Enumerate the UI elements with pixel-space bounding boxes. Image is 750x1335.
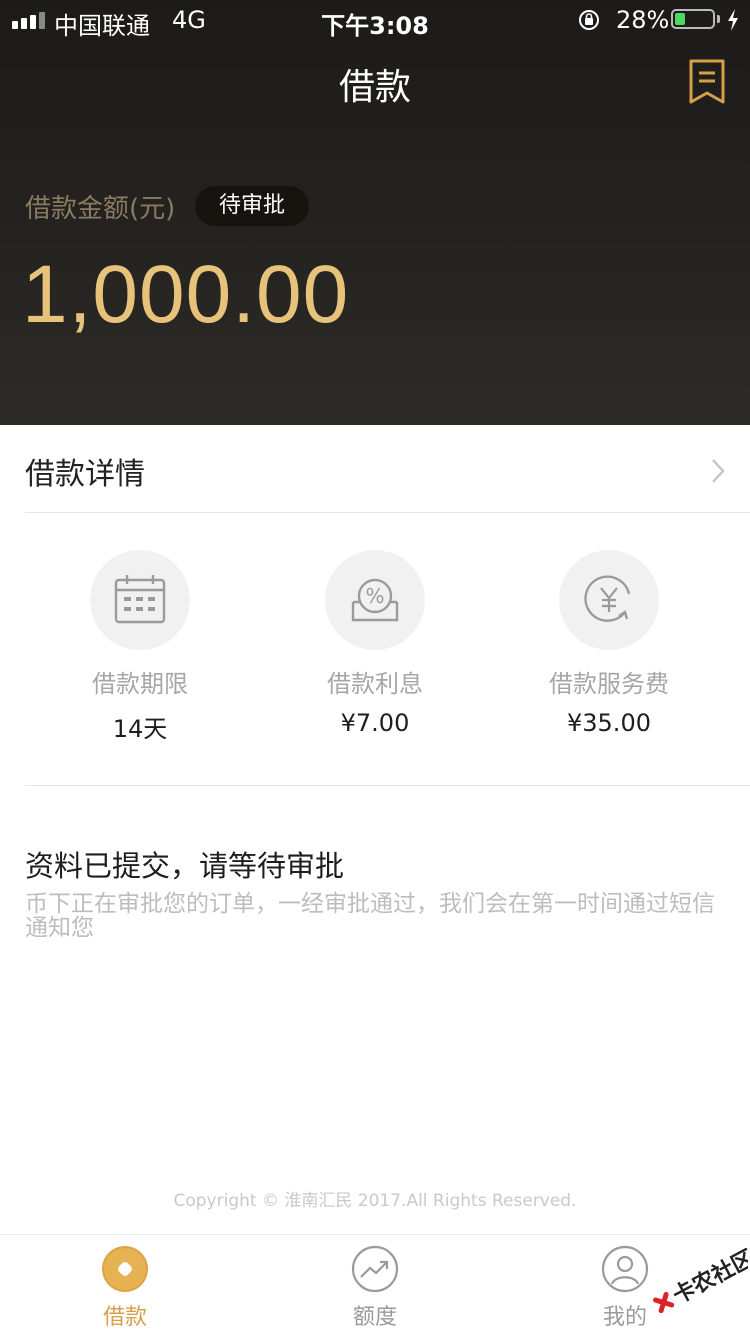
svg-text:%: % [365,584,384,608]
percent-icon: % [351,578,399,622]
battery-percent: 28% [616,6,670,34]
copyright-text: Copyright © 淮南汇民 2017.All Rights Reserve… [173,1191,577,1211]
info-value: 14天 [112,715,168,743]
tab-loan[interactable]: 借款 [65,1245,185,1331]
tab-label: 借款 [102,1305,147,1330]
message-title: 资料已提交，请等待审批 [25,849,345,883]
bookmark-list-icon[interactable] [688,58,726,106]
amount-label: 借款金额(元) [25,194,176,224]
svg-text:卡农社区: 卡农社区 [669,1248,748,1309]
info-item-service-fee: 借款服务费 ¥35.00 [494,550,724,737]
loan-details-row[interactable]: 借款详情 [0,425,750,513]
loan-info-grid: 借款期限 14天 % 借款利息 ¥7.00 借款服务费 ¥35.00 [0,550,750,750]
loan-amount: 1,000.00 [22,249,350,340]
calendar-icon [114,575,166,624]
info-value: ¥7.00 [340,709,410,737]
battery-tip [717,15,720,23]
loan-details-label: 借款详情 [25,457,145,492]
status-badge: 待审批 [195,186,310,226]
page-title: 借款 [338,67,411,108]
info-item-interest: % 借款利息 ¥7.00 [260,550,490,737]
divider [25,512,750,513]
chevron-right-icon [712,459,725,483]
trend-icon [351,1245,399,1293]
info-title: 借款期限 [92,670,188,698]
battery-icon [671,9,715,29]
watermark-logo: 卡农社区 [653,1248,748,1314]
rotation-lock-icon [579,10,599,30]
info-item-term: 借款期限 14天 [25,550,255,744]
message-body: 币下正在审批您的订单，一经审批通过，我们会在第一时间通过短信通知您 [25,891,715,941]
divider [25,785,750,786]
info-title: 借款利息 [327,670,423,698]
tab-bar: 借款 额度 我的 [0,1234,750,1335]
info-title: 借款服务费 [549,670,669,698]
charging-icon [728,9,738,31]
header-panel: 中国联通 4G 下午3:08 28% 借款 借款金额(元) 待审批 1,000.… [0,0,750,425]
tab-label: 额度 [352,1305,397,1330]
status-bar: 中国联通 4G 下午3:08 28% [0,0,750,40]
coin-icon [101,1245,149,1293]
yuan-icon [584,575,631,622]
tab-credit-limit[interactable]: 额度 [315,1245,435,1331]
user-icon [601,1245,649,1293]
info-value: ¥35.00 [567,709,651,737]
